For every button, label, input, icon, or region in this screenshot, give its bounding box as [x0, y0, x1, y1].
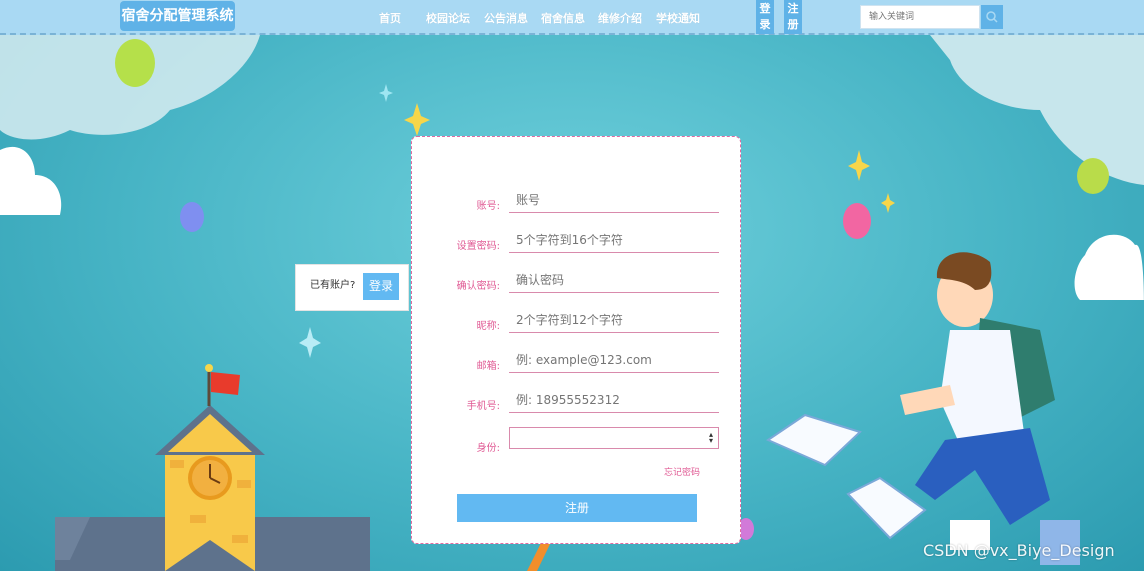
forgot-password-link[interactable]: 忘记密码 — [664, 465, 700, 478]
nickname-input[interactable] — [509, 307, 719, 333]
search-button[interactable] — [981, 5, 1003, 29]
phone-input[interactable] — [509, 387, 719, 413]
watermark: CSDN @vx_Biye_Design — [923, 541, 1115, 560]
confirm-password-label: 确认密码: — [456, 281, 500, 292]
email-row: 邮箱: — [412, 347, 742, 377]
email-label: 邮箱: — [476, 361, 500, 372]
select-arrows-icon: ▴ ▾ — [708, 430, 713, 445]
side-login-button[interactable]: 登录 — [363, 273, 399, 300]
username-label: 账号: — [476, 201, 500, 212]
confirm-password-row: 确认密码: — [412, 267, 742, 297]
search-icon — [986, 11, 998, 23]
register-submit-button[interactable]: 注册 — [457, 494, 697, 522]
phone-row: 手机号: — [412, 387, 742, 417]
site-logo[interactable]: 宿舍分配管理系统 — [120, 1, 235, 31]
nickname-label: 昵称: — [476, 321, 500, 332]
nickname-row: 昵称: — [412, 307, 742, 337]
confirm-password-input[interactable] — [509, 267, 719, 293]
password-row: 设置密码: — [412, 227, 742, 257]
password-input[interactable] — [509, 227, 719, 253]
phone-label: 手机号: — [466, 401, 500, 412]
username-row: 账号: — [412, 187, 742, 217]
username-input[interactable] — [509, 187, 719, 213]
identity-label: 身份: — [476, 443, 500, 454]
nav-home[interactable]: 首页 — [379, 10, 401, 26]
register-form: 账号: 设置密码: 确认密码: 昵称: 邮箱: 手机号: 身份: ▴▾ 忘记密码… — [411, 136, 741, 544]
has-account-text: 已有账户? — [310, 280, 356, 291]
nav-dorm-info[interactable]: 宿舍信息 — [541, 10, 585, 26]
password-label: 设置密码: — [456, 241, 500, 252]
nav-school-notice[interactable]: 学校通知 — [656, 10, 700, 26]
search-input[interactable] — [860, 5, 980, 29]
identity-select[interactable]: ▴ ▾ — [509, 427, 719, 449]
side-login-box: 已有账户? 登录 — [295, 264, 409, 311]
top-navbar: 宿舍分配管理系统 首页 校园论坛 公告消息 宿舍信息 维修介绍 学校通知 登录 … — [0, 0, 1144, 35]
header-login-button[interactable]: 登录 — [756, 0, 774, 34]
nav-repair[interactable]: 维修介绍 — [598, 10, 642, 26]
nav-announcements[interactable]: 公告消息 — [484, 10, 528, 26]
email-input[interactable] — [509, 347, 719, 373]
header-register-button[interactable]: 注册 — [784, 0, 802, 34]
nav-forum[interactable]: 校园论坛 — [426, 10, 470, 26]
